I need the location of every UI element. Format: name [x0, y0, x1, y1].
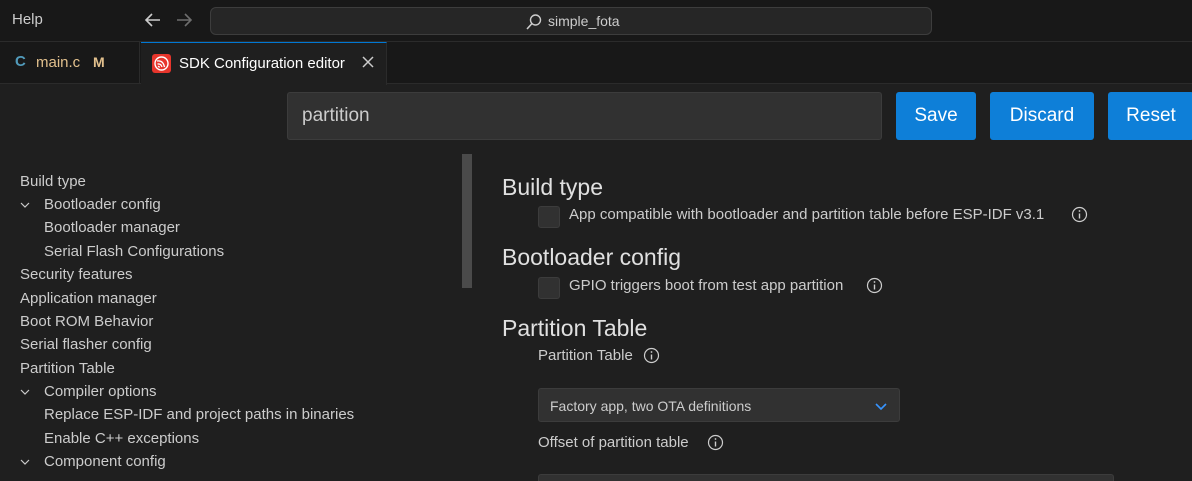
- info-icon[interactable]: [643, 347, 660, 364]
- offset-partition-table-label: Offset of partition table: [538, 434, 689, 451]
- tree-item-compiler-options[interactable]: Compiler options: [44, 383, 157, 400]
- chevron-down-icon[interactable]: [19, 199, 31, 211]
- modified-badge: M: [93, 54, 105, 70]
- tree-item-serial-flasher-config[interactable]: Serial flasher config: [20, 336, 152, 353]
- section-title-partition-table: Partition Table: [502, 315, 648, 341]
- info-icon[interactable]: [707, 434, 724, 451]
- chevron-down-icon[interactable]: [19, 386, 31, 398]
- tab-label: SDK Configuration editor: [179, 55, 345, 72]
- tree-item-bootloader-config[interactable]: Bootloader config: [44, 196, 161, 213]
- sidebar-scrollbar[interactable]: [462, 154, 472, 288]
- close-icon[interactable]: [361, 55, 375, 69]
- forward-arrow-icon[interactable]: [174, 9, 194, 31]
- tree-item-component-config[interactable]: Component config: [44, 453, 166, 470]
- espressif-icon: [152, 54, 171, 73]
- chevron-down-icon[interactable]: [19, 456, 31, 468]
- tree-item-security-features[interactable]: Security features: [20, 266, 133, 283]
- command-center-label: simple_fota: [548, 13, 620, 29]
- tree-item-enable-cpp-exceptions[interactable]: Enable C++ exceptions: [44, 430, 199, 447]
- select-value: Factory app, two OTA definitions: [550, 398, 752, 414]
- section-title-build-type: Build type: [502, 174, 604, 200]
- tree-item-build-type[interactable]: Build type: [20, 173, 86, 190]
- command-center[interactable]: simple_fota: [210, 7, 932, 35]
- gpio-boot-label: GPIO triggers boot from test app partiti…: [569, 277, 844, 294]
- chevron-down-icon: [875, 403, 887, 411]
- tree-item-bootloader-manager[interactable]: Bootloader manager: [44, 219, 180, 236]
- info-icon[interactable]: [1071, 206, 1088, 223]
- partition-table-select[interactable]: Factory app, two OTA definitions: [538, 388, 900, 422]
- app-compatible-checkbox[interactable]: [538, 206, 560, 228]
- app-compatible-label: App compatible with bootloader and parti…: [569, 206, 1045, 223]
- tree-item-serial-flash-configurations[interactable]: Serial Flash Configurations: [44, 243, 224, 260]
- tab-sdk-config[interactable]: SDK Configuration editor: [141, 42, 387, 85]
- tree-item-application-manager[interactable]: Application manager: [20, 290, 157, 307]
- menu-help[interactable]: Help: [12, 11, 43, 28]
- editor-tabs: C main.c M SDK Configuration editor: [0, 42, 1192, 85]
- offset-partition-table-input[interactable]: [538, 474, 1114, 481]
- tree-item-replace-esp-idf-paths[interactable]: Replace ESP-IDF and project paths in bin…: [44, 406, 354, 423]
- search-input[interactable]: [287, 92, 882, 140]
- partition-table-label: Partition Table: [538, 347, 633, 364]
- search-icon: [526, 14, 542, 30]
- c-file-icon: C: [15, 53, 26, 70]
- tab-main-c[interactable]: C main.c M: [0, 42, 140, 84]
- reset-button[interactable]: Reset: [1108, 92, 1192, 140]
- tree-item-partition-table[interactable]: Partition Table: [20, 360, 115, 377]
- title-bar: Help simple_fota: [0, 0, 1192, 42]
- tree-item-boot-rom-behavior[interactable]: Boot ROM Behavior: [20, 313, 153, 330]
- back-arrow-icon[interactable]: [143, 9, 163, 31]
- gpio-boot-checkbox[interactable]: [538, 277, 560, 299]
- save-button[interactable]: Save: [896, 92, 976, 140]
- info-icon[interactable]: [866, 277, 883, 294]
- tab-label: main.c: [36, 54, 81, 71]
- discard-button[interactable]: Discard: [990, 92, 1094, 140]
- section-title-bootloader-config: Bootloader config: [502, 244, 682, 270]
